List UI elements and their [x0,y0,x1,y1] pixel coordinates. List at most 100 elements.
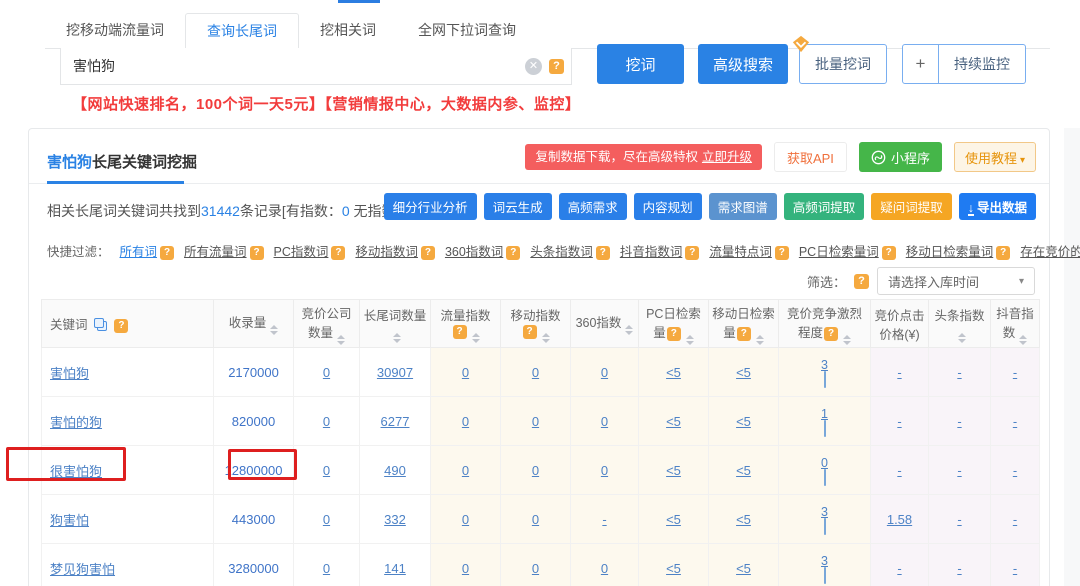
mobile-daily-link[interactable]: <5 [736,561,751,576]
help-icon[interactable]: ? [506,246,520,260]
help-icon[interactable]: ? [596,246,610,260]
mobile-daily-link[interactable]: <5 [736,365,751,380]
sort-icon[interactable] [542,333,550,343]
sort-icon[interactable] [958,333,966,343]
mobile-index-link[interactable]: 0 [532,512,539,527]
bid-companies-link[interactable]: 0 [323,463,330,478]
traffic-index-link[interactable]: 0 [462,561,469,576]
sort-icon[interactable] [393,333,401,343]
sort-icon[interactable] [1019,335,1027,345]
high-freq-demand-button[interactable]: 高频需求 [559,193,627,220]
filter-pc-daily-search-words[interactable]: PC日检索量词 [799,245,879,259]
demand-map-button[interactable]: 需求图谱 [709,193,777,220]
douyin-index-link[interactable]: - [1013,365,1017,380]
col-pc-daily-search[interactable]: PC日检索量? [639,300,709,348]
help-icon[interactable]: ? [331,246,345,260]
keyword-link[interactable]: 害怕狗 [50,366,89,381]
toutiao-index-link[interactable]: - [957,414,961,429]
mobile-daily-link[interactable]: <5 [736,414,751,429]
douyin-index-link[interactable]: - [1013,512,1017,527]
tab-dropdown-words[interactable]: 全网下拉词查询 [397,13,537,48]
mobile-index-link[interactable]: 0 [532,463,539,478]
bid-companies-link[interactable]: 0 [323,512,330,527]
help-icon[interactable]: ? [685,246,699,260]
col-mobile-daily-search[interactable]: 移动日检索量? [709,300,779,348]
filter-douyin-index-words[interactable]: 抖音指数词 [620,245,683,259]
mobile-index-link[interactable]: 0 [532,561,539,576]
longtail-count-link[interactable]: 490 [384,463,406,478]
bid-level-link[interactable]: 3 [782,505,867,519]
pc-daily-link[interactable]: <5 [666,365,681,380]
help-icon[interactable]: ? [882,246,896,260]
help-icon[interactable]: ? [667,327,681,341]
bid-level-link[interactable]: 1 [782,407,867,421]
tab-related-words[interactable]: 挖相关词 [299,13,397,48]
bid-companies-link[interactable]: 0 [323,414,330,429]
toutiao-index-link[interactable]: - [957,512,961,527]
question-extract-button[interactable]: 疑问词提取 [871,193,952,220]
traffic-index-link[interactable]: 0 [462,463,469,478]
help-icon[interactable]: ? [114,319,128,333]
pc-daily-link[interactable]: <5 [666,512,681,527]
filter-has-bid-words[interactable]: 存在竞价的词 [1020,245,1080,259]
traffic-index-link[interactable]: 0 [462,414,469,429]
traffic-index-link[interactable]: 0 [462,512,469,527]
help-icon[interactable]: ? [250,246,264,260]
toutiao-index-link[interactable]: - [957,463,961,478]
sort-icon[interactable] [625,325,633,335]
360-index-link[interactable]: 0 [601,561,608,576]
bid-price-link[interactable]: - [897,561,901,576]
dig-words-button[interactable]: 挖词 [597,44,684,84]
help-icon[interactable]: ? [854,274,869,289]
mobile-daily-link[interactable]: <5 [736,463,751,478]
col-longtail-count[interactable]: 长尾词数量 [360,300,431,348]
export-data-button[interactable]: ↓导出数据 [959,193,1036,220]
wordcloud-button[interactable]: 词云生成 [484,193,552,220]
bid-companies-link[interactable]: 0 [323,365,330,380]
bid-companies-link[interactable]: 0 [323,561,330,576]
mobile-daily-link[interactable]: <5 [736,512,751,527]
sort-icon[interactable] [756,335,764,345]
col-toutiao-index[interactable]: 头条指数 [929,300,991,348]
360-index-link[interactable]: 0 [601,463,608,478]
continuous-monitor-button[interactable]: 持续监控 [939,44,1026,84]
tab-mobile-traffic-words[interactable]: 挖移动端流量词 [45,13,185,48]
mobile-index-link[interactable]: 0 [532,365,539,380]
toutiao-index-link[interactable]: - [957,561,961,576]
longtail-count-link[interactable]: 332 [384,512,406,527]
clear-input-icon[interactable]: ✕ [525,58,542,75]
douyin-index-link[interactable]: - [1013,414,1017,429]
add-monitor-button[interactable]: + [902,44,939,84]
bid-price-link[interactable]: - [897,414,901,429]
keyword-link[interactable]: 狗害怕 [50,513,89,528]
copy-icon[interactable] [94,318,107,331]
360-index-link[interactable]: - [602,512,606,527]
col-mobile-index[interactable]: 移动指数? [501,300,571,348]
filter-all-words[interactable]: 所有词 [120,245,158,259]
bid-price-link[interactable]: - [897,365,901,380]
help-icon[interactable]: ? [996,246,1010,260]
bid-price-link[interactable]: - [897,463,901,478]
col-douyin-index[interactable]: 抖音指数 [991,300,1040,348]
content-plan-button[interactable]: 内容规划 [634,193,702,220]
pc-daily-link[interactable]: <5 [666,463,681,478]
bid-level-link[interactable]: 0 [782,456,867,470]
mobile-index-link[interactable]: 0 [532,414,539,429]
help-icon[interactable]: ? [737,327,751,341]
filter-mobile-index-words[interactable]: 移动指数词 [355,245,418,259]
col-index-count[interactable]: 收录量 [214,300,294,348]
batch-dig-button[interactable]: 批量挖词 [799,44,887,84]
sort-icon[interactable] [843,335,851,345]
filter-toutiao-index-words[interactable]: 头条指数词 [530,245,593,259]
pc-daily-link[interactable]: <5 [666,414,681,429]
col-360-index[interactable]: 360指数 [571,300,639,348]
filter-pc-index-words[interactable]: PC指数词 [274,245,329,259]
col-traffic-index[interactable]: 流量指数? [431,300,501,348]
help-icon[interactable]: ? [453,325,467,339]
search-help-icon[interactable]: ? [549,59,564,74]
tab-longtail-query[interactable]: 查询长尾词 [185,13,299,49]
miniprogram-button[interactable]: 小程序 [859,142,942,172]
bid-level-link[interactable]: 3 [782,554,867,568]
traffic-index-link[interactable]: 0 [462,365,469,380]
upgrade-promo-badge[interactable]: 复制数据下载，尽在高级特权立即升级 [525,144,762,170]
